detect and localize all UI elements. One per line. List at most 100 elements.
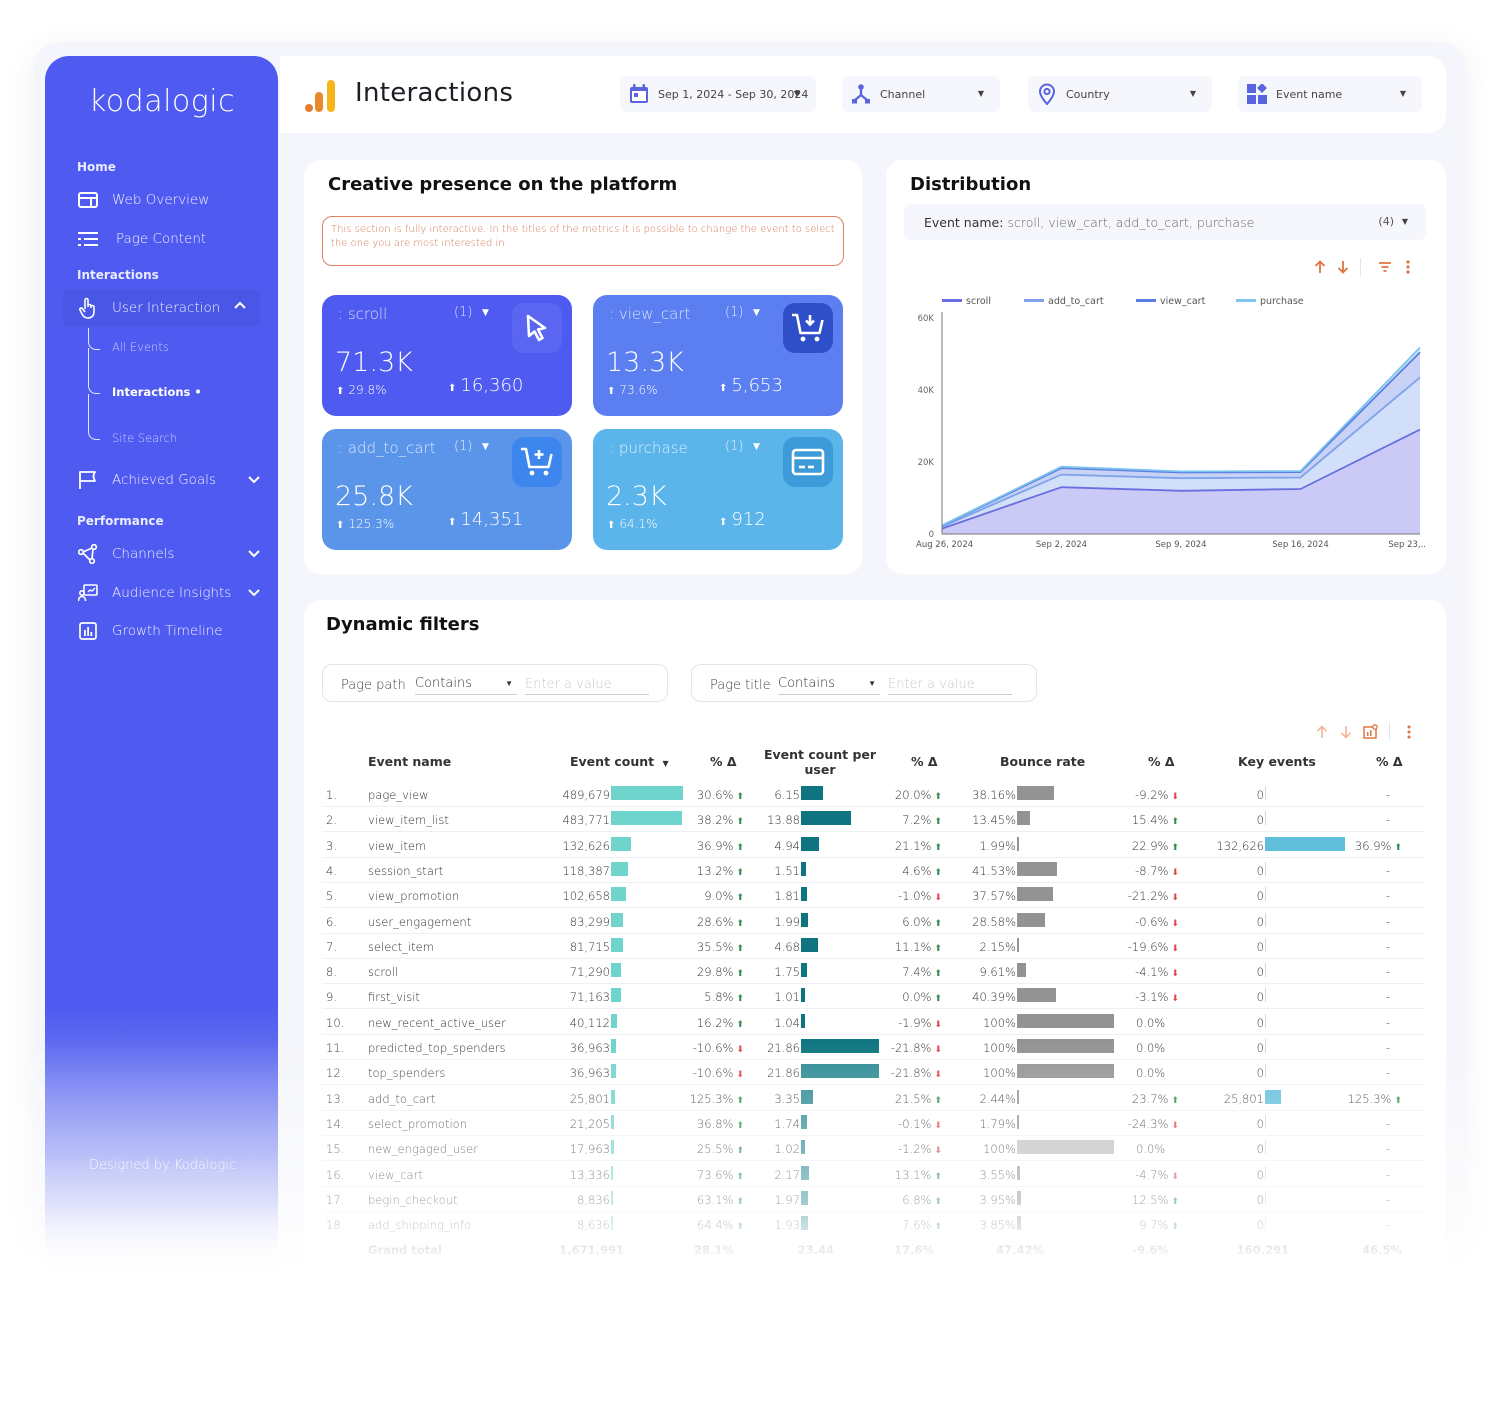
event-name-filter[interactable]: Event name ▼ bbox=[1238, 76, 1422, 112]
operator-value: Contains bbox=[415, 676, 472, 691]
chart-settings-icon[interactable] bbox=[1362, 723, 1378, 739]
filter-icon[interactable] bbox=[1377, 259, 1393, 275]
app-logo[interactable]: kodalogic bbox=[89, 84, 235, 119]
table-row[interactable]: 1. page_view 489,679 30.6% ⬆ 6.15 20.0% ⬆ 38.16%… bbox=[322, 782, 1424, 807]
key-events-delta-cell: 36.9% ⬆ bbox=[1355, 839, 1402, 853]
event-count-cell: 102,658 bbox=[562, 889, 610, 904]
col-header-event-count[interactable]: Event count ▼ bbox=[570, 754, 669, 771]
delta-value: 12.5% bbox=[1131, 1192, 1169, 1207]
sidebar-subitem-all-events[interactable]: All Events bbox=[112, 340, 169, 354]
table-row[interactable]: 13. add_to_cart 25,801 125.3% ⬆ 3.35 21.5% ⬆ 2.4… bbox=[322, 1086, 1424, 1111]
arrow-up-icon: ⬆ bbox=[736, 943, 744, 954]
col-header-event-name[interactable]: Event name bbox=[368, 754, 451, 769]
grand-total-bounce-delta: -9.6% bbox=[1132, 1243, 1169, 1258]
col-header-key-delta[interactable]: % Δ bbox=[1376, 754, 1403, 769]
sidebar-item-audience-insights[interactable]: Audience Insights bbox=[77, 576, 262, 610]
key-events-delta-cell: - bbox=[1386, 1193, 1390, 1207]
chevron-down-icon[interactable] bbox=[246, 584, 262, 600]
table-row[interactable]: 12. top_spenders 36,963 -10.6% ⬇ 21.86 -21.8% ⬇… bbox=[322, 1060, 1424, 1086]
page-path-value-input[interactable] bbox=[525, 673, 649, 695]
bar-chart-icon bbox=[77, 620, 99, 642]
table-row[interactable]: 4. session_start 118,387 13.2% ⬆ 1.51 4.6% ⬆ 41.… bbox=[322, 858, 1424, 883]
event-count-delta-cell: 13.2% ⬆ bbox=[697, 864, 744, 878]
caret-down-icon[interactable]: ▼ bbox=[482, 308, 489, 318]
event-name-cell: select_item bbox=[368, 939, 434, 954]
table-row[interactable]: 11. predicted_top_spenders 36,963 -10.6% ⬇ 21… bbox=[322, 1035, 1424, 1060]
event-count-bar bbox=[611, 1190, 613, 1205]
grand-total-bounce: 47.42% bbox=[996, 1243, 1044, 1258]
event-count-delta-cell: -10.6% ⬇ bbox=[693, 1066, 744, 1080]
row-index: 3. bbox=[326, 838, 337, 853]
country-filter[interactable]: Country ▼ bbox=[1028, 76, 1212, 112]
event-name-multiselect[interactable]: Event name: scroll, view_cart, add_to_ca… bbox=[904, 204, 1426, 240]
caret-down-icon[interactable]: ▼ bbox=[753, 442, 760, 452]
col-header-key-events[interactable]: Key events bbox=[1238, 754, 1316, 769]
table-row[interactable]: 18. add_shipping_info 8,636 64.4% ⬆ 1.93 7.6% ⬆… bbox=[322, 1212, 1424, 1238]
sidebar-subitem-interactions[interactable]: Interactions • bbox=[112, 385, 202, 399]
table-row[interactable]: 8. scroll 71,290 29.8% ⬆ 1.75 7.4% ⬆ 9.61% -4.1% ⬇… bbox=[322, 959, 1424, 985]
table-row[interactable]: 14. select_promotion 21,205 36.8% ⬆ 1.74 -0.1%… bbox=[322, 1111, 1424, 1136]
caret-down-icon: ▼ bbox=[868, 679, 876, 688]
event-count-cell: 25,801 bbox=[569, 1091, 610, 1106]
channel-filter[interactable]: Channel ▼ bbox=[842, 76, 1000, 112]
caret-down-icon[interactable]: ▼ bbox=[753, 308, 760, 318]
table-row[interactable]: 6. user_engagement 83,299 28.6% ⬆ 1.99 6.0% ⬆ 28… bbox=[322, 909, 1424, 934]
event-count-delta-cell: 16.2% ⬆ bbox=[697, 1016, 744, 1030]
ecpu-cell: 1.97 bbox=[774, 1192, 800, 1207]
sort-ascending-icon[interactable] bbox=[1312, 259, 1328, 275]
sidebar-item-achieved-goals[interactable]: Achieved Goals bbox=[77, 463, 262, 497]
kpi-event-selector[interactable]: : view_cart bbox=[609, 305, 690, 323]
sort-descending-icon[interactable] bbox=[1335, 259, 1351, 275]
table-row[interactable]: 16. view_cart 13,336 73.6% ⬆ 2.17 13.1% ⬆ 3.55% -… bbox=[322, 1162, 1424, 1187]
table-row[interactable]: 10. new_recent_active_user 40,112 16.2% ⬆ 1.0… bbox=[322, 1010, 1424, 1035]
page-title-value-input[interactable] bbox=[888, 673, 1012, 695]
kpi-event-selector[interactable]: : scroll bbox=[338, 305, 387, 323]
delta-value: - bbox=[1386, 1142, 1391, 1157]
col-header-event-count-delta[interactable]: % Δ bbox=[710, 754, 737, 769]
kpi-event-selector[interactable]: : add_to_cart bbox=[338, 439, 436, 457]
table-row[interactable]: 2. view_item_list 483,771 38.2% ⬆ 13.88 7.2% ⬆ 1… bbox=[322, 807, 1424, 833]
event-count-delta-cell: 38.2% ⬆ bbox=[697, 813, 744, 827]
operator-select[interactable]: Contains ▼ bbox=[415, 673, 517, 695]
table-row[interactable]: 17. begin_checkout 8,836 63.1% ⬆ 1.97 6.8% ⬆ 3.9… bbox=[322, 1187, 1424, 1212]
date-range-picker[interactable]: Sep 1, 2024 - Sep 30, 2024 ▼ bbox=[620, 76, 816, 112]
sort-descending-icon[interactable] bbox=[1338, 724, 1354, 740]
table-row[interactable]: 7. select_item 81,715 35.5% ⬆ 4.68 11.1% ⬆ 2.15%… bbox=[322, 934, 1424, 959]
col-header-bounce-delta[interactable]: % Δ bbox=[1148, 754, 1175, 769]
sidebar-item-page-content[interactable]: Page Content bbox=[77, 222, 262, 256]
kpi-selection-count[interactable]: (1) bbox=[725, 305, 743, 320]
presentation-icon bbox=[77, 582, 99, 604]
key-events-cell: 0 bbox=[1256, 1192, 1264, 1207]
col-header-event-count-per-user[interactable]: Event count per user bbox=[760, 747, 880, 777]
more-vert-icon[interactable] bbox=[1401, 724, 1417, 740]
chevron-up-icon[interactable] bbox=[232, 298, 248, 314]
col-header-bounce-rate[interactable]: Bounce rate bbox=[1000, 754, 1085, 769]
sidebar-item-user-interaction[interactable]: User Interaction bbox=[63, 290, 260, 326]
event-name-cell: view_item_list bbox=[368, 813, 449, 828]
sort-ascending-icon[interactable] bbox=[1314, 724, 1330, 740]
kpi-selection-count[interactable]: (1) bbox=[454, 439, 472, 454]
x-tick-label: Sep 9, 2024 bbox=[1155, 540, 1206, 550]
sidebar-item-growth-timeline[interactable]: Growth Timeline bbox=[77, 614, 262, 648]
caret-down-icon[interactable]: ▼ bbox=[482, 442, 489, 452]
table-row[interactable]: 9. first_visit 71,163 5.8% ⬆ 1.01 0.0% ⬆ 40.39% -… bbox=[322, 984, 1424, 1010]
col-header-ecpu-delta[interactable]: % Δ bbox=[911, 754, 938, 769]
table-row[interactable]: 5. view_promotion 102,658 9.0% ⬆ 1.81 -1.0% ⬇ 37… bbox=[322, 883, 1424, 909]
kpi-event-selector[interactable]: : purchase bbox=[609, 439, 688, 457]
chevron-down-icon[interactable] bbox=[246, 471, 262, 487]
sidebar-item-channels[interactable]: Channels bbox=[77, 537, 262, 571]
arrow-down-icon: ⬇ bbox=[1171, 969, 1179, 980]
bounce-delta-cell: 22.9% ⬆ bbox=[1132, 839, 1179, 853]
ecpu-cell: 4.68 bbox=[774, 939, 800, 954]
operator-select[interactable]: Contains ▼ bbox=[778, 673, 880, 695]
row-index: 1. bbox=[326, 788, 337, 802]
kpi-selection-count[interactable]: (1) bbox=[454, 305, 472, 320]
table-row[interactable]: 3. view_item 132,626 36.9% ⬆ 4.94 21.1% ⬆ 1.99% 2… bbox=[322, 833, 1424, 858]
sidebar-subitem-site-search[interactable]: Site Search bbox=[112, 431, 177, 445]
delta-value: 9.7% bbox=[1139, 1218, 1169, 1233]
sidebar-item-web-overview[interactable]: Web Overview bbox=[77, 183, 262, 217]
chevron-down-icon[interactable] bbox=[246, 545, 262, 561]
table-row[interactable]: 15. new_engaged_user 17,963 25.5% ⬆ 1.02 -1.2%… bbox=[322, 1136, 1424, 1162]
more-vert-icon[interactable] bbox=[1400, 259, 1416, 275]
kpi-selection-count[interactable]: (1) bbox=[725, 439, 743, 454]
